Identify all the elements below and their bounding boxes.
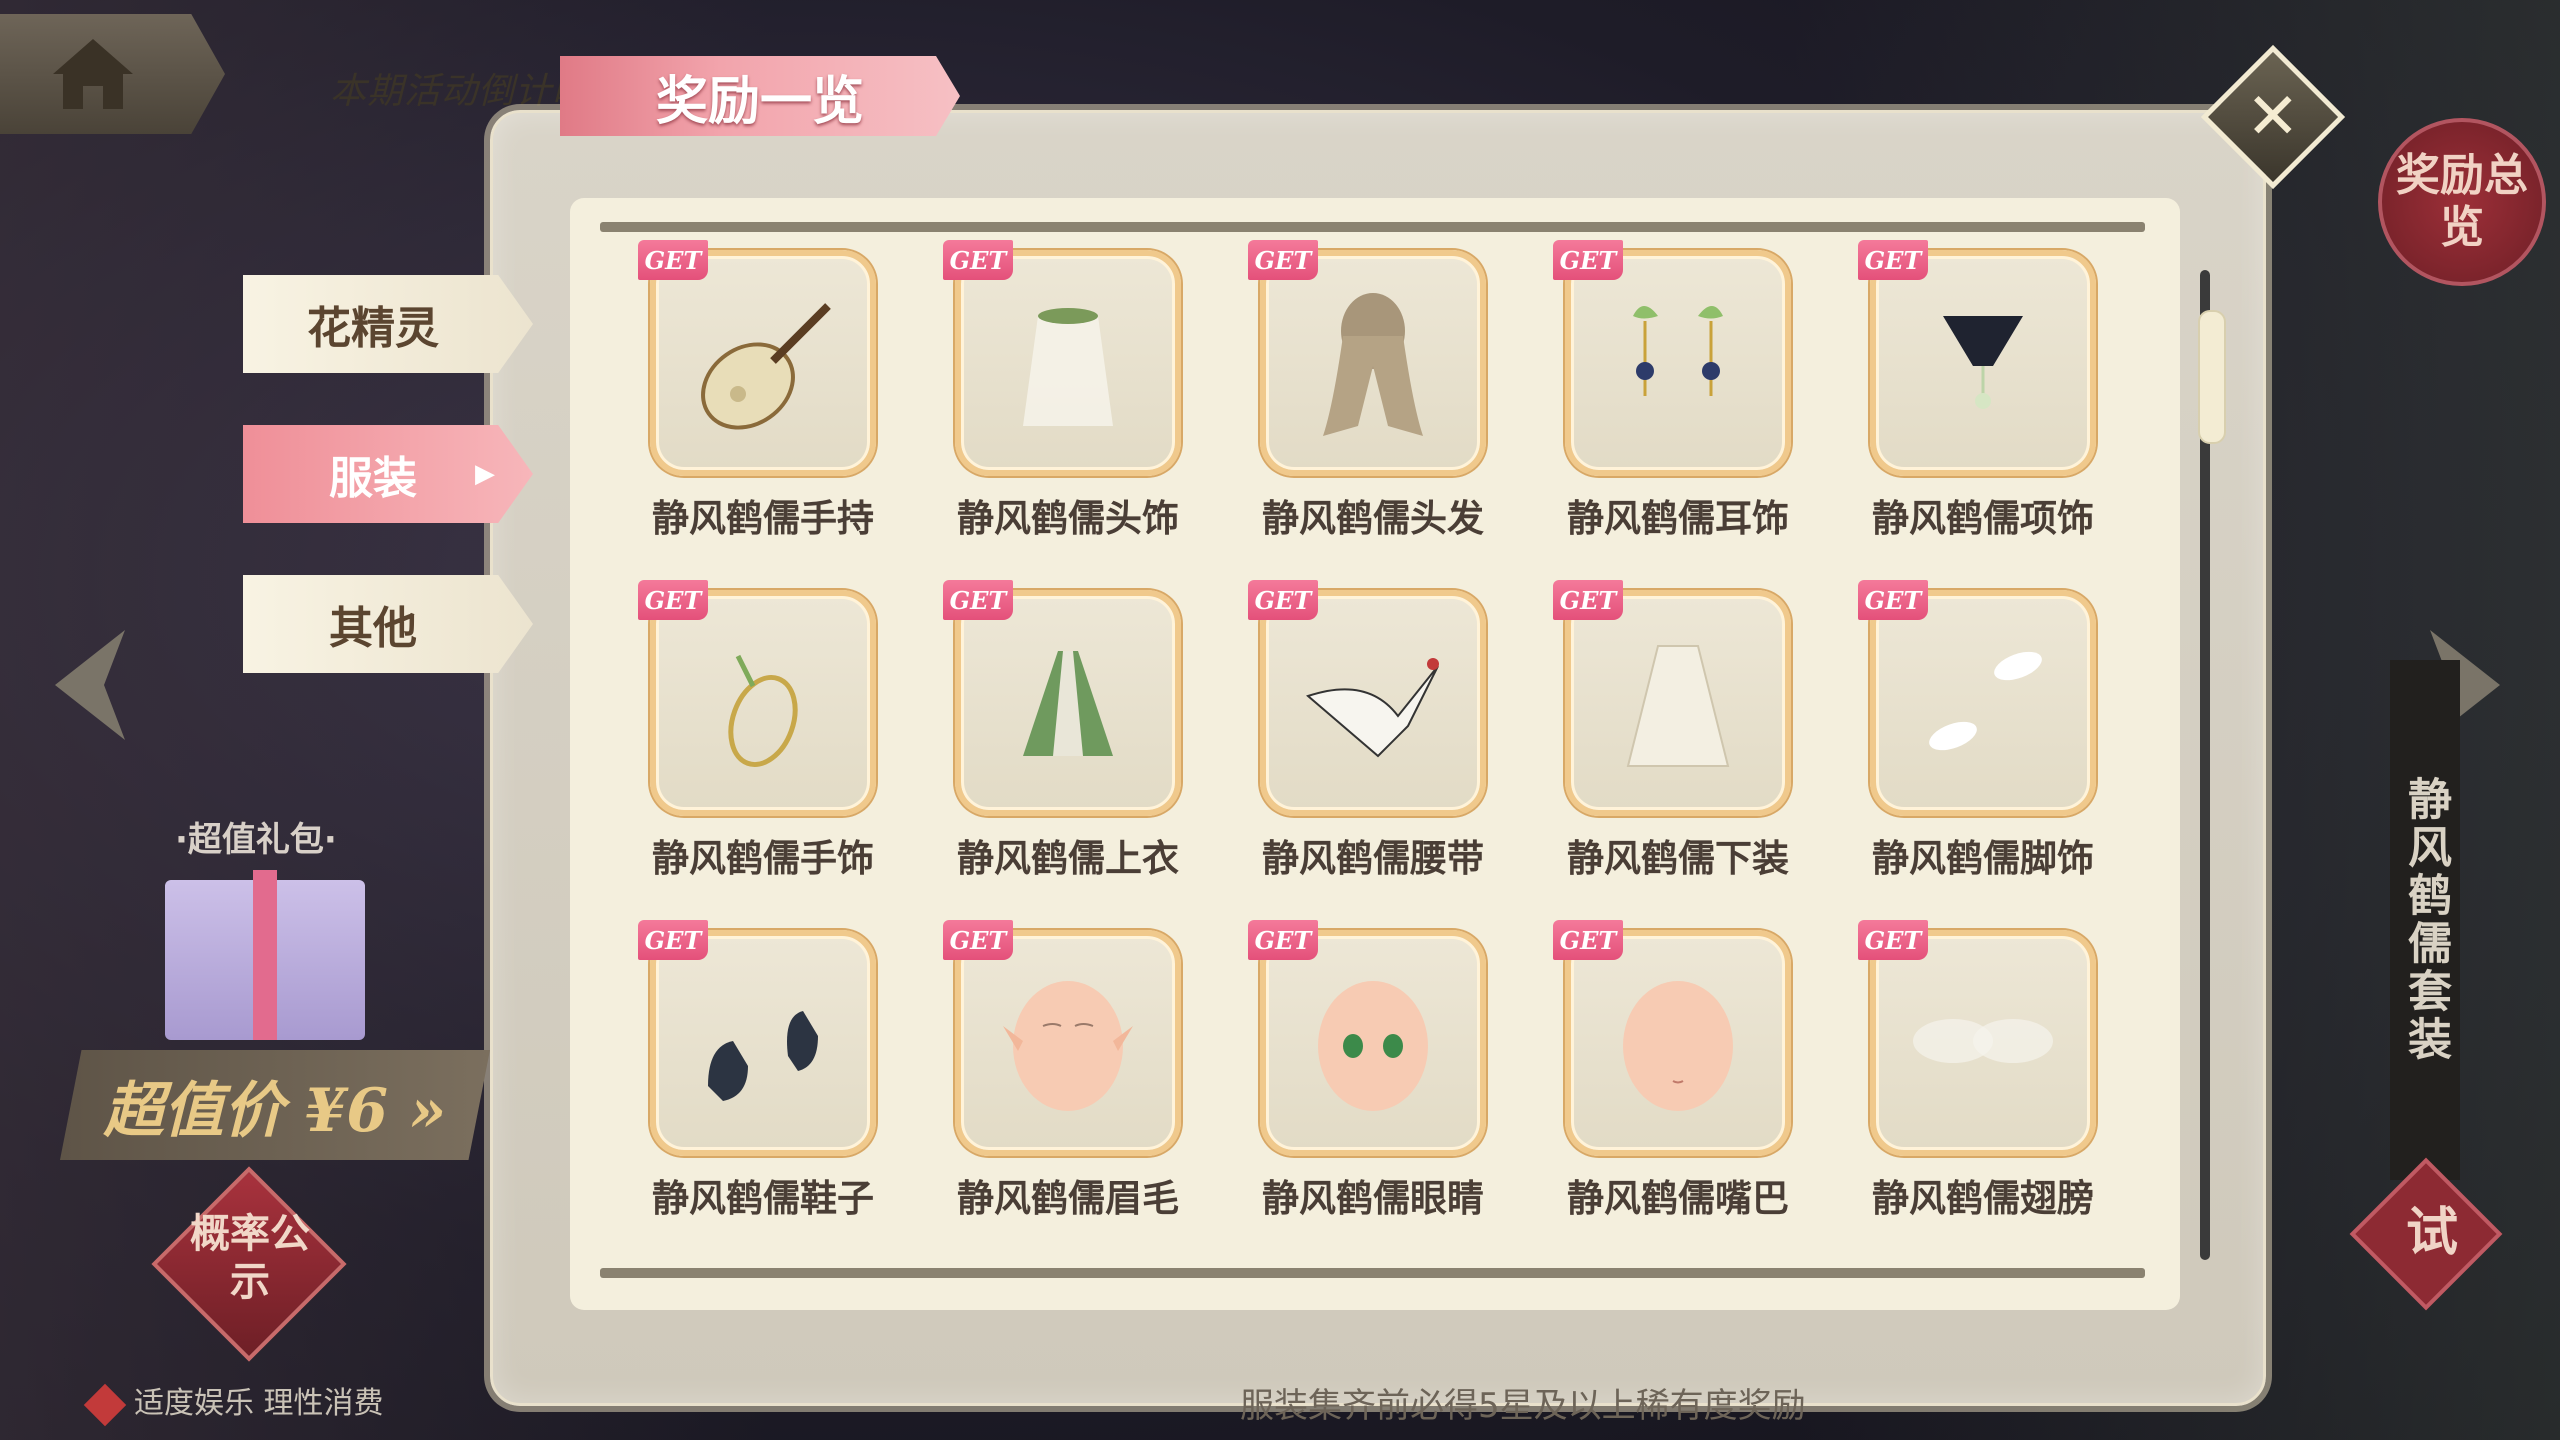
item-label: 静风鹤儒下装 bbox=[1567, 837, 1789, 880]
wings-icon bbox=[1898, 956, 2068, 1130]
get-badge: GET bbox=[1248, 580, 1318, 620]
gift-ribbon-icon bbox=[253, 870, 277, 1040]
tab-other[interactable]: 其他 bbox=[243, 575, 533, 673]
bracelet-icon bbox=[678, 616, 848, 790]
tab-label: 其他 bbox=[329, 603, 417, 654]
get-badge: GET bbox=[1553, 920, 1623, 960]
item-slot[interactable] bbox=[1565, 250, 1791, 476]
tab-label: 服装 bbox=[329, 453, 417, 504]
get-badge: GET bbox=[1248, 240, 1318, 280]
earrings-icon bbox=[1593, 276, 1763, 450]
item-slot[interactable] bbox=[1260, 930, 1486, 1156]
reward-item[interactable]: GET 静风鹤儒翅膀 bbox=[1858, 920, 2108, 1220]
get-badge: GET bbox=[1858, 580, 1928, 620]
item-label: 静风鹤儒眉毛 bbox=[957, 1177, 1179, 1220]
get-badge: GET bbox=[1248, 920, 1318, 960]
suit-name-label: 静风鹤儒套装 bbox=[2390, 660, 2460, 1180]
reward-item[interactable]: GET 静风鹤儒腰带 bbox=[1248, 580, 1498, 880]
reward-item[interactable]: GET 静风鹤儒上衣 bbox=[943, 580, 1193, 880]
crane-belt-icon bbox=[1288, 616, 1458, 790]
panel-divider-top bbox=[600, 222, 2145, 232]
get-badge: GET bbox=[638, 580, 708, 620]
eyes-icon bbox=[1288, 956, 1458, 1130]
home-button[interactable] bbox=[0, 14, 225, 134]
try-on-label: 试 bbox=[2405, 1203, 2458, 1263]
close-icon: ✕ bbox=[2246, 80, 2300, 154]
skirt-icon bbox=[1593, 616, 1763, 790]
item-label: 静风鹤儒上衣 bbox=[957, 837, 1179, 880]
item-slot[interactable] bbox=[650, 930, 876, 1156]
gift-pack-label: ·超值礼包· bbox=[175, 820, 337, 860]
item-label: 静风鹤儒眼睛 bbox=[1262, 1177, 1484, 1220]
get-badge: GET bbox=[943, 920, 1013, 960]
reward-item[interactable]: GET 静风鹤儒嘴巴 bbox=[1553, 920, 1803, 1220]
tab-label: 花精灵 bbox=[307, 303, 439, 354]
item-slot[interactable] bbox=[955, 590, 1181, 816]
item-slot[interactable] bbox=[1870, 250, 2096, 476]
get-badge: GET bbox=[1858, 240, 1928, 280]
reward-item[interactable]: GET 静风鹤儒头发 bbox=[1248, 240, 1498, 540]
get-badge: GET bbox=[1858, 920, 1928, 960]
reward-item[interactable]: GET 静风鹤儒脚饰 bbox=[1858, 580, 2108, 880]
veil-headpiece-icon bbox=[983, 276, 1153, 450]
get-badge: GET bbox=[638, 920, 708, 960]
chevron-right-icon: ▶ bbox=[475, 459, 495, 489]
feather-anklet-icon bbox=[1898, 616, 2068, 790]
item-label: 静风鹤儒腰带 bbox=[1262, 837, 1484, 880]
item-slot[interactable] bbox=[1565, 590, 1791, 816]
item-slot[interactable] bbox=[1565, 930, 1791, 1156]
item-label: 静风鹤儒翅膀 bbox=[1872, 1177, 2094, 1220]
eyebrows-icon bbox=[983, 956, 1153, 1130]
top-garment-icon bbox=[983, 616, 1153, 790]
item-slot[interactable] bbox=[1870, 590, 2096, 816]
item-label: 静风鹤儒项饰 bbox=[1872, 497, 2094, 540]
item-label: 静风鹤儒鞋子 bbox=[652, 1177, 874, 1220]
home-icon bbox=[52, 39, 133, 109]
item-slot[interactable] bbox=[650, 250, 876, 476]
item-slot[interactable] bbox=[650, 590, 876, 816]
item-slot[interactable] bbox=[955, 930, 1181, 1156]
healthy-play-notice: 适度娱乐 理性消费 bbox=[83, 1378, 384, 1426]
warning-icon bbox=[83, 1383, 127, 1426]
tab-clothing[interactable]: 服装 ▶ bbox=[243, 425, 533, 523]
get-badge: GET bbox=[638, 240, 708, 280]
item-label: 静风鹤儒手饰 bbox=[652, 837, 874, 880]
get-badge: GET bbox=[1553, 240, 1623, 280]
item-label: 静风鹤儒头饰 bbox=[957, 497, 1179, 540]
reward-item[interactable]: GET 静风鹤儒鞋子 bbox=[638, 920, 888, 1220]
value-price-button[interactable]: 超值价 ¥6 » bbox=[60, 1050, 490, 1160]
item-label: 静风鹤儒脚饰 bbox=[1872, 837, 2094, 880]
item-slot[interactable] bbox=[955, 250, 1181, 476]
mouth-icon bbox=[1593, 956, 1763, 1130]
long-hair-icon bbox=[1288, 276, 1458, 450]
probability-label: 概率公示 bbox=[190, 1211, 310, 1305]
get-badge: GET bbox=[1553, 580, 1623, 620]
reward-item[interactable]: GET 静风鹤儒耳饰 bbox=[1553, 240, 1803, 540]
tab-flower-spirit[interactable]: 花精灵 bbox=[243, 275, 533, 373]
panel-title: 奖励一览 bbox=[560, 56, 960, 136]
item-label: 静风鹤儒手持 bbox=[652, 497, 874, 540]
item-label: 静风鹤儒嘴巴 bbox=[1567, 1177, 1789, 1220]
item-label: 静风鹤儒耳饰 bbox=[1567, 497, 1789, 540]
reward-item[interactable]: GET 静风鹤儒下装 bbox=[1553, 580, 1803, 880]
reward-item[interactable]: GET 静风鹤儒眼睛 bbox=[1248, 920, 1498, 1220]
get-badge: GET bbox=[943, 580, 1013, 620]
scrollbar-thumb[interactable] bbox=[2198, 310, 2226, 444]
reward-item[interactable]: GET 静风鹤儒头饰 bbox=[943, 240, 1193, 540]
reward-total-button[interactable]: 奖励总览 bbox=[2378, 118, 2546, 286]
reward-item[interactable]: GET 静风鹤儒手饰 bbox=[638, 580, 888, 880]
bottom-notice: 服装集齐前必得5星及以上稀有度奖励 bbox=[1240, 1386, 1806, 1426]
necklace-icon bbox=[1898, 276, 2068, 450]
item-slot[interactable] bbox=[1260, 590, 1486, 816]
item-slot[interactable] bbox=[1260, 250, 1486, 476]
get-badge: GET bbox=[943, 240, 1013, 280]
pipa-icon bbox=[678, 276, 848, 450]
reward-item[interactable]: GET 静风鹤儒眉毛 bbox=[943, 920, 1193, 1220]
reward-item[interactable]: GET 静风鹤儒项饰 bbox=[1858, 240, 2108, 540]
shoes-icon bbox=[678, 956, 848, 1130]
panel-divider-bottom bbox=[600, 1268, 2145, 1278]
reward-item[interactable]: GET 静风鹤儒手持 bbox=[638, 240, 888, 540]
item-slot[interactable] bbox=[1870, 930, 2096, 1156]
item-label: 静风鹤儒头发 bbox=[1262, 497, 1484, 540]
